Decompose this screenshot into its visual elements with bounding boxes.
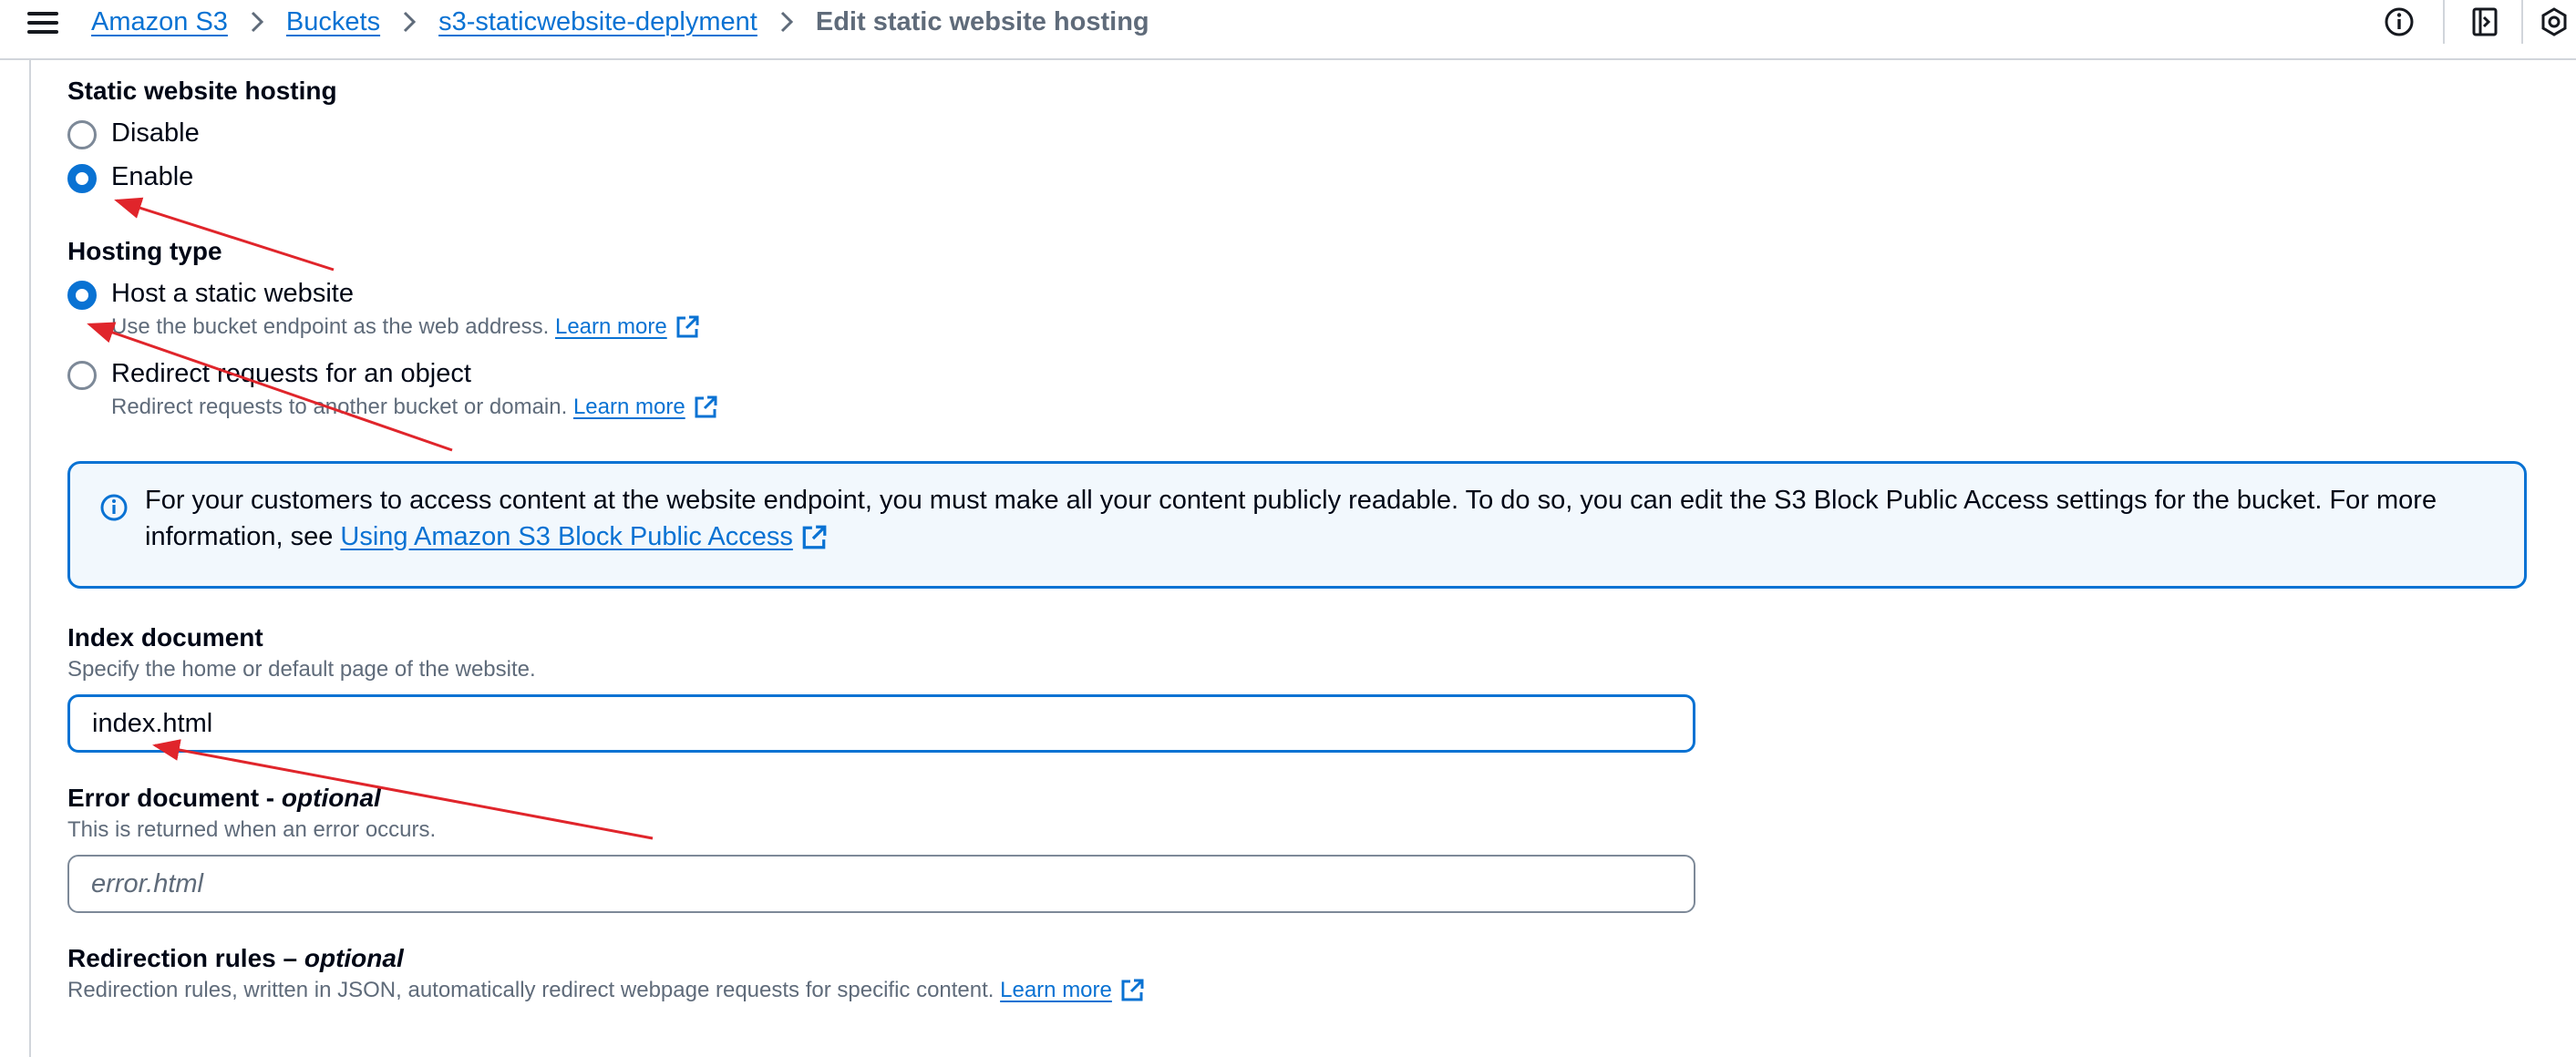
index-document-description: Specify the home or default page of the … [67,657,536,682]
hexagon-icon[interactable] [2536,4,2572,40]
hosting-type-heading: Hosting type [67,237,222,265]
redirect-requests-description-text: Redirect requests to another bucket or d… [111,395,568,419]
radio-host-static-website-label[interactable]: Host a static website [111,279,354,309]
hamburger-menu-icon[interactable] [27,10,58,36]
chevron-right-icon [779,10,794,34]
radio-redirect-requests-label[interactable]: Redirect requests for an object [111,359,471,389]
index-document-input[interactable] [67,694,1695,753]
host-static-website-description: Use the bucket endpoint as the web addre… [111,314,700,340]
block-public-access-link-text[interactable]: Using Amazon S3 Block Public Access [340,522,792,551]
index-document-label: Index document [67,623,263,652]
static-website-hosting-heading: Static website hosting [67,77,337,105]
error-document-description: This is returned when an error occurs. [67,817,437,842]
radio-enable[interactable] [67,164,97,193]
info-alert-text: For your customers to access content at … [145,482,2497,555]
redirect-requests-description: Redirect requests to another bucket or d… [111,395,718,420]
learn-more-link-text[interactable]: Learn more [1000,978,1112,1003]
redirection-rules-label: Redirection rules – optional [67,944,404,973]
external-link-icon [1121,979,1144,1001]
redirection-rules-description: Redirection rules, written in JSON, auto… [67,978,1145,1003]
host-static-website-description-text: Use the bucket endpoint as the web addre… [111,314,550,339]
info-alert: For your customers to access content at … [67,461,2527,589]
learn-more-link[interactable]: Learn more [573,395,718,420]
external-link-icon [676,315,699,338]
radio-host-static-website[interactable] [67,281,97,310]
radio-disable[interactable] [67,120,97,149]
toolbar-divider [2521,0,2523,44]
learn-more-link[interactable]: Learn more [1000,978,1145,1003]
breadcrumb-current-page: Edit static website hosting [815,6,1149,36]
redirection-rules-description-text: Redirection rules, written in JSON, auto… [67,978,994,1002]
breadcrumb-buckets[interactable]: Buckets [286,7,380,37]
block-public-access-link[interactable]: Using Amazon S3 Block Public Access [340,522,827,551]
error-document-label-text: Error document - [67,784,275,812]
error-document-input[interactable] [67,855,1695,913]
external-link-icon [695,395,717,418]
chevron-right-icon [250,10,264,34]
breadcrumb-amazon-s3[interactable]: Amazon S3 [91,7,228,37]
breadcrumb: Amazon S3 Buckets s3-staticwebsite-deply… [91,4,1149,40]
toolbar-divider [2443,0,2445,44]
external-link-icon [802,525,827,549]
learn-more-link[interactable]: Learn more [555,314,700,340]
redirection-rules-optional: optional [304,944,404,972]
error-document-optional: optional [281,784,381,812]
learn-more-link-text[interactable]: Learn more [573,395,685,420]
breadcrumb-bucket-name[interactable]: s3-staticwebsite-deplyment [438,7,757,37]
info-icon[interactable] [2381,4,2417,40]
learn-more-link-text[interactable]: Learn more [555,314,667,340]
top-navigation-bar: Amazon S3 Buckets s3-staticwebsite-deply… [0,0,2576,60]
redirection-rules-label-text: Redirection rules – [67,944,298,972]
error-document-label: Error document - optional [67,784,381,813]
radio-enable-label[interactable]: Enable [111,162,193,192]
radio-disable-label[interactable]: Disable [111,118,200,149]
notes-icon[interactable] [2467,4,2503,40]
chevron-right-icon [402,10,417,34]
info-circle-icon [100,494,128,521]
radio-redirect-requests[interactable] [67,361,97,390]
